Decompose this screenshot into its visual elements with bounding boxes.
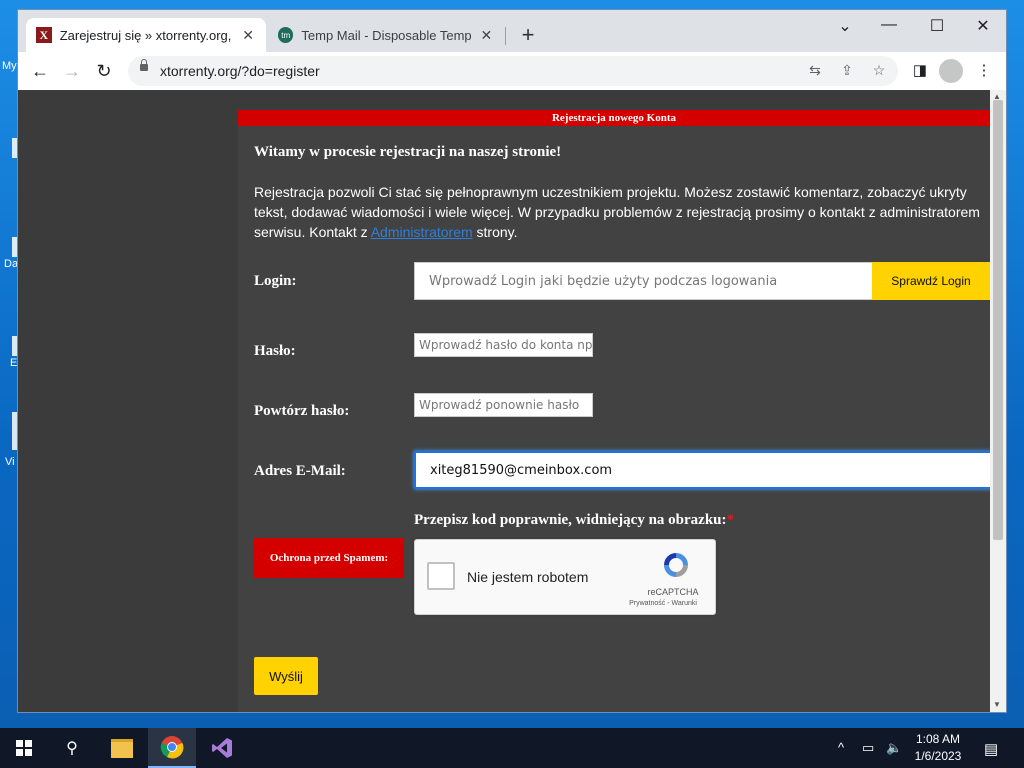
desktop-icon-label[interactable]: Vi	[5, 456, 15, 468]
close-window-icon[interactable]: ✕	[968, 16, 998, 36]
xtorrenty-favicon-icon: X	[36, 27, 52, 43]
tab-xtorrenty[interactable]: X Zarejestruj się » xtorrenty.org, PC ✕	[26, 18, 266, 52]
browser-window: X Zarejestruj się » xtorrenty.org, PC ✕ …	[18, 10, 1006, 712]
lock-icon[interactable]	[140, 59, 148, 71]
email-label: Adres E-Mail:	[254, 463, 346, 479]
password-repeat-input[interactable]: Wprowadź ponownie hasło	[414, 393, 593, 417]
side-panel-icon[interactable]: ◨	[910, 61, 930, 79]
panel-header: Rejestracja nowego Konta	[238, 110, 990, 126]
taskbar: ⚲ ^ ▭ 🔈 1:08 AM 1/6/2023 ▤	[0, 728, 1024, 768]
plus-icon[interactable]: +	[516, 24, 540, 48]
page-scrollbar[interactable]: ▲ ▼	[990, 90, 1006, 712]
share-icon[interactable]: ⇪	[838, 62, 856, 79]
tab-temp-mail[interactable]: tm Temp Mail - Disposable Temporary ✕	[268, 18, 504, 52]
spam-protection-label: Ochrona przed Spamem:	[254, 538, 404, 578]
temp-mail-favicon-icon: tm	[278, 27, 294, 43]
maximize-icon[interactable]: ☐	[922, 16, 952, 36]
page-viewport: Rejestracja nowego Konta Witamy w proces…	[18, 90, 990, 712]
profile-avatar-icon[interactable]	[939, 59, 963, 83]
visual-studio-icon[interactable]	[198, 728, 246, 768]
recaptcha-widget: Nie jestem robotem reCAPTCHA Prywatność …	[414, 539, 716, 615]
recaptcha-logo-icon	[664, 553, 688, 577]
captcha-title-text: Przepisz kod poprawnie, widniejący na ob…	[414, 512, 727, 528]
recaptcha-brand: reCAPTCHA	[647, 587, 699, 597]
intro-body: Rejestracja pozwoli Ci stać się pełnopra…	[254, 184, 980, 240]
login-label: Login:	[254, 273, 297, 289]
bookmark-star-icon[interactable]: ☆	[870, 62, 888, 79]
desktop-icon-label[interactable]: My	[2, 60, 17, 72]
reload-icon[interactable]: ↻	[92, 59, 116, 83]
forward-arrow-icon[interactable]: →	[60, 59, 84, 83]
browser-toolbar: ← → ↻ xtorrenty.org/?do=register ⇆ ⇪ ☆ ◨…	[18, 52, 1006, 91]
windows-start-icon[interactable]	[0, 728, 48, 768]
network-icon[interactable]: ▭	[862, 740, 874, 756]
administrator-link[interactable]: Administratorem	[371, 224, 473, 240]
back-arrow-icon[interactable]: ←	[28, 59, 52, 83]
login-input[interactable]: Wprowadź Login jaki będzie użyty podczas…	[414, 262, 874, 300]
password-repeat-label: Powtórz hasło:	[254, 403, 350, 419]
tab-title: Zarejestruj się » xtorrenty.org, PC	[59, 27, 233, 43]
desktop-icon-label[interactable]: Da	[4, 258, 18, 270]
search-icon[interactable]: ⚲	[48, 728, 96, 768]
clock-date: 1/6/2023	[914, 749, 962, 763]
url-text[interactable]: xtorrenty.org/?do=register	[160, 63, 320, 79]
intro-end: strony.	[472, 224, 518, 240]
close-tab-icon[interactable]: ✕	[240, 27, 256, 44]
tab-separator	[505, 27, 506, 45]
menu-kebab-icon[interactable]: ⋮	[974, 61, 994, 79]
address-bar[interactable]: xtorrenty.org/?do=register ⇆ ⇪ ☆	[128, 56, 898, 86]
email-field[interactable]: xiteg81590@cmeinbox.com	[414, 451, 990, 489]
recaptcha-links[interactable]: Prywatność - Warunki	[611, 600, 715, 607]
tab-title: Temp Mail - Disposable Temporary	[301, 27, 471, 43]
scrollbar-thumb[interactable]	[993, 100, 1003, 540]
clock[interactable]: 1:08 AM 1/6/2023	[910, 731, 966, 765]
close-tab-icon[interactable]: ✕	[479, 27, 494, 44]
required-asterisk: *	[726, 512, 735, 528]
minimize-icon[interactable]: —	[874, 16, 904, 34]
recaptcha-checkbox[interactable]	[427, 562, 455, 590]
welcome-heading: Witamy w procesie rejestracji na naszej …	[254, 144, 562, 160]
captcha-title: Przepisz kod poprawnie, widniejący na ob…	[414, 512, 734, 529]
password-input[interactable]: Wprowadź hasło do konta np	[414, 333, 593, 357]
scroll-down-icon[interactable]: ▼	[993, 700, 1001, 709]
translate-icon[interactable]: ⇆	[806, 62, 824, 79]
desktop-icon-label[interactable]: E	[10, 357, 17, 369]
submit-button[interactable]: Wyślij	[254, 657, 318, 695]
check-login-button[interactable]: Sprawdź Login	[872, 262, 990, 300]
password-label: Hasło:	[254, 343, 296, 359]
tab-strip: X Zarejestruj się » xtorrenty.org, PC ✕ …	[18, 10, 1006, 52]
chevron-up-icon[interactable]: ^	[838, 740, 844, 755]
file-explorer-icon[interactable]	[98, 728, 146, 768]
chrome-icon[interactable]	[148, 728, 196, 768]
volume-icon[interactable]: 🔈	[886, 740, 902, 756]
chevron-down-icon[interactable]: ⌄	[830, 16, 860, 36]
clock-time: 1:08 AM	[915, 732, 961, 746]
notification-icon[interactable]: ▤	[984, 740, 998, 758]
recaptcha-label: Nie jestem robotem	[467, 569, 589, 585]
intro-text: Rejestracja pozwoli Ci stać się pełnopra…	[254, 182, 984, 242]
registration-panel: Rejestracja nowego Konta Witamy w proces…	[238, 110, 990, 712]
